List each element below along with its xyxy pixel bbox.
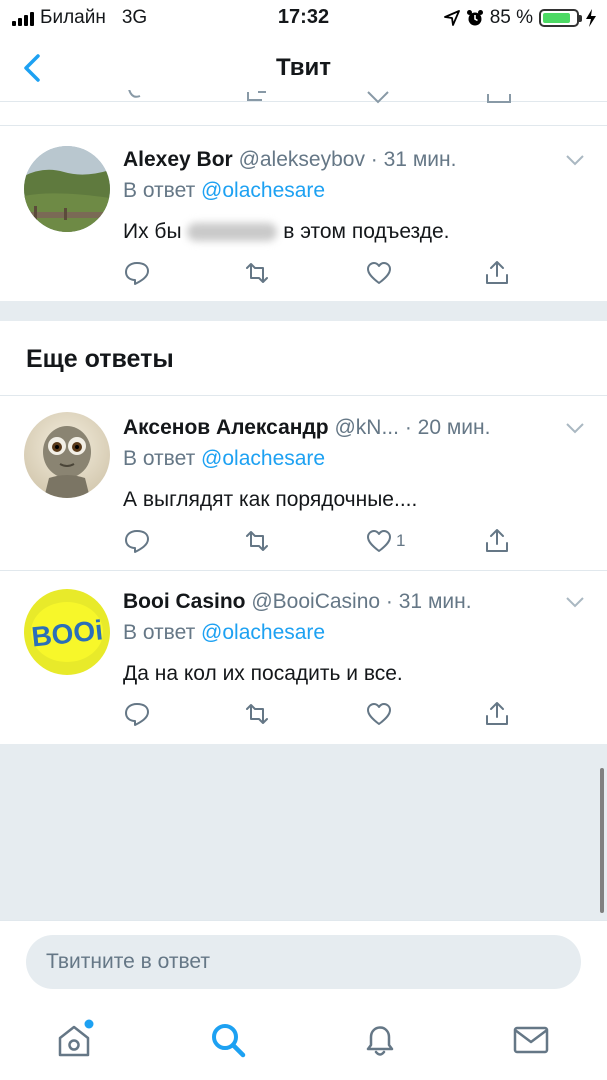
reply-icon[interactable] — [123, 527, 151, 555]
like-button[interactable] — [365, 699, 396, 729]
retweet-icon[interactable] — [243, 700, 271, 728]
reply-mention-link[interactable]: @olachesare — [201, 621, 325, 644]
battery-icon — [539, 9, 582, 27]
retweet-icon[interactable] — [243, 259, 271, 287]
chevron-down-icon[interactable] — [565, 422, 585, 434]
reply-button[interactable] — [123, 258, 151, 288]
page-title: Твит — [275, 54, 331, 81]
avatar[interactable] — [24, 412, 110, 498]
author-name[interactable]: Booi Casino — [123, 590, 246, 613]
reply-mention-link[interactable]: @olachesare — [201, 179, 325, 202]
reply-prefix: В ответ — [123, 179, 196, 202]
share-icon[interactable] — [483, 700, 511, 728]
tweet-time: · 31 мин. — [385, 590, 472, 613]
reply-button[interactable] — [123, 699, 151, 729]
tweet-card[interactable]: BOOi Booi Casino @BooiCasino · 31 мин. В… — [0, 571, 607, 744]
share-icon[interactable] — [483, 259, 511, 287]
reply-mention-link[interactable]: @olachesare — [201, 447, 325, 470]
reply-icon[interactable] — [123, 700, 151, 728]
tweet-text-start: Их бы — [123, 220, 182, 243]
reply-icon[interactable] — [123, 259, 151, 287]
tab-messages[interactable] — [509, 1018, 553, 1062]
author-name[interactable]: Аксенов Александр — [123, 416, 329, 439]
reply-bar — [0, 920, 607, 1002]
scrollbar[interactable] — [600, 768, 604, 913]
avatar[interactable] — [24, 146, 110, 232]
like-button[interactable]: 1 — [365, 526, 405, 556]
notifications-bell-icon[interactable] — [358, 1018, 402, 1062]
share-button[interactable] — [483, 258, 511, 288]
chevron-down-icon[interactable] — [565, 154, 585, 166]
tweet-text: А выглядят как порядочные.... — [123, 488, 418, 511]
tweet-actions: 1 — [123, 526, 523, 556]
share-button[interactable] — [483, 699, 511, 729]
author-handle[interactable]: @alekseybov — [239, 148, 365, 171]
section-separator — [0, 301, 607, 321]
previous-tweet-actions — [0, 90, 607, 108]
charging-bolt-icon — [586, 9, 596, 27]
tab-search[interactable] — [206, 1018, 250, 1062]
reply-prefix: В ответ — [123, 621, 196, 644]
reply-button[interactable] — [123, 526, 151, 556]
blurred-word — [187, 223, 278, 242]
search-icon[interactable] — [206, 1018, 250, 1062]
tweet-text-end: в этом подъезде. — [283, 220, 450, 243]
notification-dot — [84, 1019, 94, 1029]
like-count: 1 — [396, 531, 406, 550]
avatar[interactable]: BOOi — [24, 589, 110, 675]
chevron-down-icon[interactable] — [565, 596, 585, 608]
location-arrow-icon — [443, 10, 460, 26]
retweet-icon[interactable] — [243, 527, 271, 555]
like-button[interactable] — [365, 258, 396, 288]
author-name[interactable]: Alexey Bor — [123, 148, 233, 171]
reply-prefix: В ответ — [123, 447, 196, 470]
tweet-card[interactable]: Alexey Bor @alekseybov · 31 мин. В ответ… — [0, 126, 607, 301]
tweet-actions — [123, 258, 523, 288]
alarm-clock-icon — [466, 10, 483, 26]
heart-icon[interactable] — [365, 259, 393, 287]
share-icon[interactable] — [483, 527, 511, 555]
status-right: 85 % — [443, 7, 597, 29]
messages-envelope-icon[interactable] — [509, 1018, 553, 1062]
tweet-card[interactable]: Аксенов Александр @kN... · 20 мин. В отв… — [0, 396, 607, 570]
tweet-time: · 20 мин. — [404, 416, 491, 439]
tweet-text: Их бы в этом подъезде. — [123, 220, 450, 244]
retweet-button[interactable] — [243, 526, 271, 556]
tweet-header: Alexey Bor @alekseybov · 31 мин. — [123, 148, 456, 172]
reply-context: В ответ @olachesare — [123, 621, 325, 645]
more-replies-heading: Еще ответы — [26, 345, 174, 373]
tweet-header: Аксенов Александр @kN... · 20 мин. — [123, 416, 490, 440]
home-icon[interactable] — [52, 1018, 96, 1062]
tab-home[interactable] — [52, 1018, 96, 1062]
empty-area — [0, 744, 607, 920]
tweet-header: Booi Casino @BooiCasino · 31 мин. — [123, 590, 472, 614]
reply-input[interactable] — [26, 935, 581, 989]
battery-percent: 85 % — [489, 7, 533, 28]
status-bar: Билайн 3G 17:32 85 % — [0, 0, 607, 36]
heart-icon[interactable] — [365, 700, 393, 728]
tab-bar — [0, 1002, 607, 1080]
tweet-time: · 31 мин. — [370, 148, 457, 171]
author-handle[interactable]: @kN... — [334, 416, 399, 439]
heart-icon[interactable] — [365, 527, 393, 555]
reply-context: В ответ @olachesare — [123, 447, 325, 471]
retweet-button[interactable] — [243, 699, 271, 729]
tweet-actions — [123, 699, 523, 729]
share-button[interactable] — [483, 526, 511, 556]
tweet-text: Да на кол их посадить и все. — [123, 662, 403, 685]
tab-notifications[interactable] — [358, 1018, 402, 1062]
retweet-button[interactable] — [243, 258, 271, 288]
author-handle[interactable]: @BooiCasino — [251, 590, 380, 613]
reply-context: В ответ @olachesare — [123, 179, 325, 203]
